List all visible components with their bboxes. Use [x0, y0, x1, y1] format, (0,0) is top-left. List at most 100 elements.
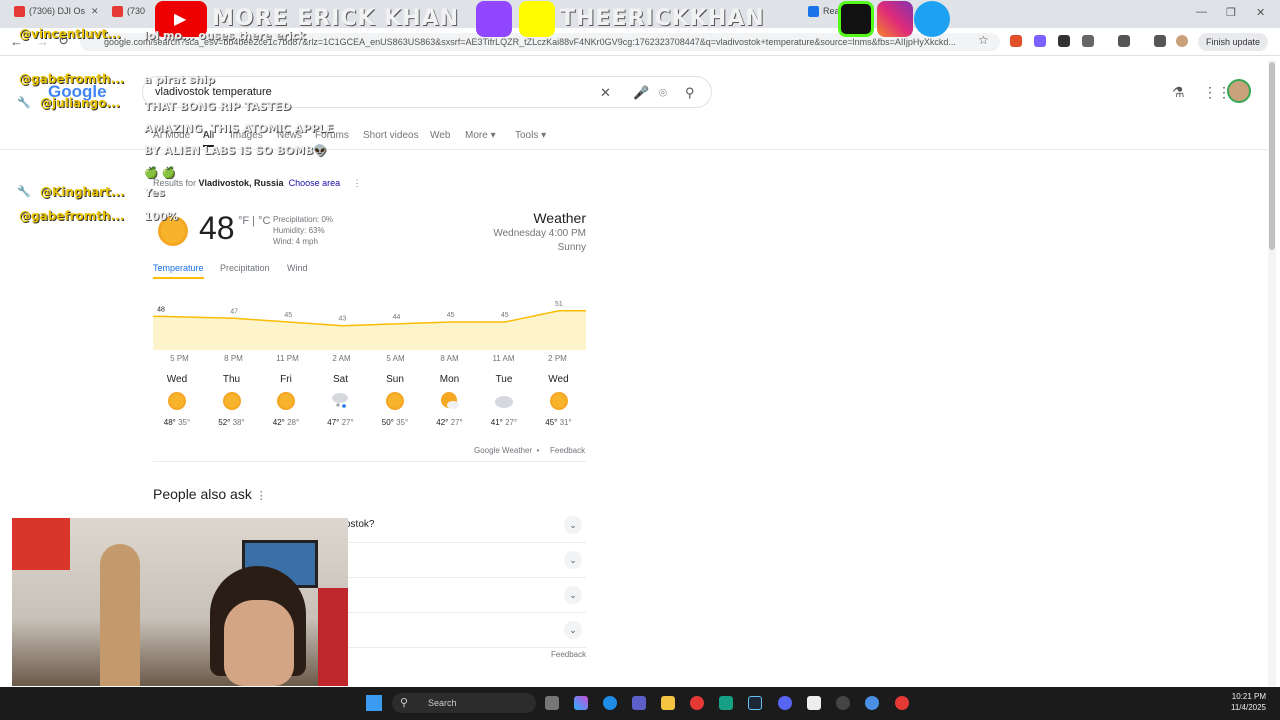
tab-wind[interactable]: Wind: [287, 263, 308, 273]
youtube-icon: [112, 6, 123, 18]
app-icon[interactable]: [719, 696, 733, 710]
weather-time: Wednesday 4:00 PM: [493, 228, 586, 239]
windows-start-icon[interactable]: [366, 695, 382, 711]
taskbar-search[interactable]: ⚲ Search: [392, 693, 536, 713]
wrench-icon: 🔧: [17, 186, 31, 198]
temperature-point-label: 47: [230, 308, 238, 315]
sunny-icon: [277, 392, 295, 410]
day-name: Fri: [280, 374, 292, 385]
chevron-down-icon[interactable]: ⌄: [564, 621, 582, 639]
low-temp: 27°: [341, 418, 354, 427]
day-temps: 50° 35°: [371, 418, 419, 427]
forecast-day[interactable]: Fri 42° 28°: [262, 374, 310, 427]
chrome-icon[interactable]: [690, 696, 704, 710]
low-temp: 35°: [396, 418, 409, 427]
clear-icon[interactable]: ✕: [600, 85, 611, 101]
browser-tab[interactable]: (7306) DJI Os ✕: [14, 6, 104, 22]
tab-temperature[interactable]: Temperature: [153, 263, 204, 279]
forecast-day[interactable]: Thu 52° 38°: [208, 374, 256, 427]
close-icon[interactable]: ✕: [91, 6, 99, 16]
temperature-point-label: 45: [447, 312, 455, 319]
edge-icon[interactable]: [603, 696, 617, 710]
day-name: Sat: [332, 374, 348, 385]
app-icon[interactable]: [865, 696, 879, 710]
minimize-icon[interactable]: —: [1196, 6, 1207, 18]
task-view-icon[interactable]: [545, 696, 559, 710]
temperature-point-label: 44: [393, 314, 401, 321]
day-name: Thu: [222, 374, 241, 385]
humidity-stat: Humidity: 63%: [273, 226, 325, 235]
wrench-icon: 🔧: [17, 97, 31, 109]
account-avatar[interactable]: [1227, 79, 1251, 103]
extension-icon[interactable]: [1034, 35, 1046, 47]
low-temp: 28°: [287, 418, 300, 427]
teams-icon[interactable]: [632, 696, 646, 710]
scrollbar-thumb[interactable]: [1269, 62, 1275, 250]
search-icon[interactable]: ⚲: [685, 85, 695, 101]
obs-icon[interactable]: [836, 696, 850, 710]
site-icon: [808, 6, 819, 18]
clock-date[interactable]: 11/4/2025: [1226, 703, 1266, 712]
chevron-down-icon[interactable]: ⌄: [564, 586, 582, 604]
extension-icon[interactable]: [1058, 35, 1070, 47]
chevron-down-icon[interactable]: ⌄: [564, 551, 582, 569]
finish-update-button[interactable]: Finish update: [1198, 33, 1269, 51]
lens-icon[interactable]: ⌾: [659, 85, 667, 101]
more-options-icon[interactable]: ⋮: [353, 178, 362, 188]
tab-web[interactable]: Web: [430, 130, 450, 141]
tab-short-videos[interactable]: Short videos: [363, 130, 419, 141]
discord-icon[interactable]: [778, 696, 792, 710]
tab-tools[interactable]: Tools ▾: [515, 130, 546, 141]
unit-toggle[interactable]: °F | °C: [238, 215, 270, 227]
forecast-day[interactable]: Wed 48° 35°: [153, 374, 201, 427]
labs-flask-icon[interactable]: ⚗: [1172, 84, 1185, 101]
profile-avatar[interactable]: [1176, 35, 1188, 47]
high-temp: 52°: [218, 418, 231, 427]
chrome-icon[interactable]: [895, 696, 909, 710]
partly-cloudy-icon: [440, 392, 459, 409]
hour-label: 2 PM: [548, 354, 567, 363]
dropdown-icon: ▾: [541, 130, 547, 141]
copilot-icon[interactable]: [574, 696, 588, 710]
forecast-day[interactable]: Sat 47° 27°: [317, 374, 365, 427]
people-also-ask-heading: People also ask ⋮: [153, 486, 267, 502]
puzzle-icon[interactable]: [1082, 35, 1094, 47]
forecast-day[interactable]: Wed 45° 31°: [535, 374, 583, 427]
split-view-icon[interactable]: [1118, 35, 1130, 47]
day-temps: 52° 38°: [208, 418, 256, 427]
high-temp: 48°: [163, 418, 176, 427]
metamask-icon[interactable]: [1010, 35, 1022, 47]
youtube-icon: [14, 6, 25, 18]
finish-update-label: Finish update: [1206, 37, 1261, 47]
forecast-day[interactable]: Mon 42° 27°: [426, 374, 474, 427]
chat-username: @gabefromth...: [19, 209, 125, 223]
instagram-icon: [877, 1, 913, 37]
day-temps: 42° 28°: [262, 418, 310, 427]
clock-time[interactable]: 10:21 PM: [1226, 692, 1266, 701]
reading-list-icon[interactable]: [1154, 35, 1166, 47]
poster-image: [12, 518, 70, 570]
restore-icon[interactable]: ❐: [1226, 6, 1236, 19]
paa-feedback-link[interactable]: Feedback: [551, 650, 586, 659]
tab-precipitation[interactable]: Precipitation: [220, 263, 270, 273]
taskbar-search-label: Search: [428, 698, 457, 708]
steam-icon[interactable]: [748, 696, 762, 710]
microphone-icon[interactable]: 🎤: [633, 85, 649, 101]
more-options-icon[interactable]: ⋮: [256, 490, 267, 502]
dropdown-icon: ▾: [490, 130, 496, 141]
tab-more-label: More: [465, 130, 488, 141]
notepad-icon[interactable]: [807, 696, 821, 710]
google-weather-link[interactable]: Google Weather •: [474, 446, 539, 455]
twitch-icon: [476, 1, 512, 37]
close-window-icon[interactable]: ✕: [1256, 6, 1265, 19]
chevron-down-icon[interactable]: ⌄: [564, 516, 582, 534]
browser-tab[interactable]: (730: [112, 6, 152, 22]
weather-feedback-link[interactable]: Feedback: [550, 446, 585, 455]
forecast-day[interactable]: Tue 41° 27°: [480, 374, 528, 427]
file-explorer-icon[interactable]: [661, 696, 675, 710]
webcam-overlay: [12, 518, 348, 686]
bookmark-star-icon[interactable]: ☆: [978, 33, 989, 47]
tab-more[interactable]: More ▾: [465, 130, 496, 141]
sunny-icon: [222, 392, 241, 410]
forecast-day[interactable]: Sun 50° 35°: [371, 374, 419, 427]
